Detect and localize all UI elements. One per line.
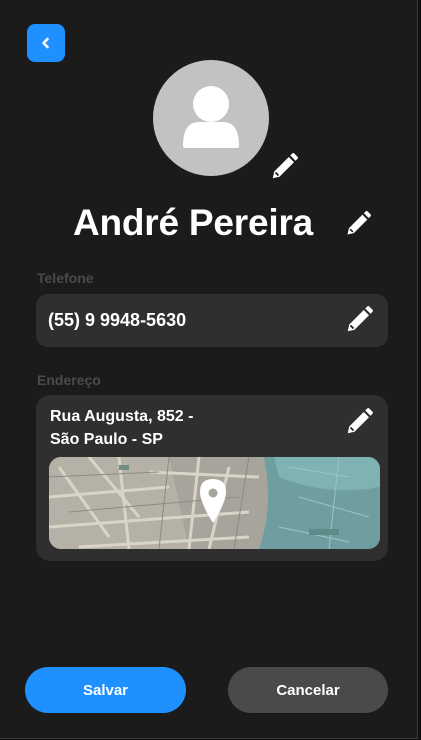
- back-button[interactable]: [27, 24, 65, 62]
- address-edit-pencil-icon[interactable]: [344, 407, 374, 437]
- chevron-left-icon: [42, 37, 49, 49]
- address-map[interactable]: [49, 457, 380, 549]
- edit-profile-screen: André Pereira Telefone (55) 9 9948-5630 …: [0, 0, 418, 739]
- address-field[interactable]: Rua Augusta, 852 - São Paulo - SP: [36, 395, 388, 561]
- address-line-2: São Paulo - SP: [50, 431, 163, 448]
- profile-name: André Pereira: [72, 202, 314, 243]
- save-button[interactable]: Salvar: [25, 667, 186, 713]
- map-image: [49, 457, 380, 549]
- address-label: Endereço: [37, 372, 101, 388]
- phone-value: (55) 9 9948-5630: [48, 310, 187, 330]
- name-edit-pencil-icon[interactable]: [344, 210, 372, 238]
- phone-field[interactable]: (55) 9 9948-5630: [36, 294, 388, 347]
- cancel-button[interactable]: Cancelar: [228, 667, 388, 713]
- user-silhouette-icon: [183, 86, 239, 148]
- phone-label: Telefone: [37, 270, 94, 286]
- phone-edit-pencil-icon[interactable]: [344, 305, 374, 335]
- avatar-edit-pencil-icon[interactable]: [269, 152, 299, 182]
- avatar[interactable]: [153, 60, 269, 176]
- address-line-1: Rua Augusta, 852 -: [50, 408, 194, 425]
